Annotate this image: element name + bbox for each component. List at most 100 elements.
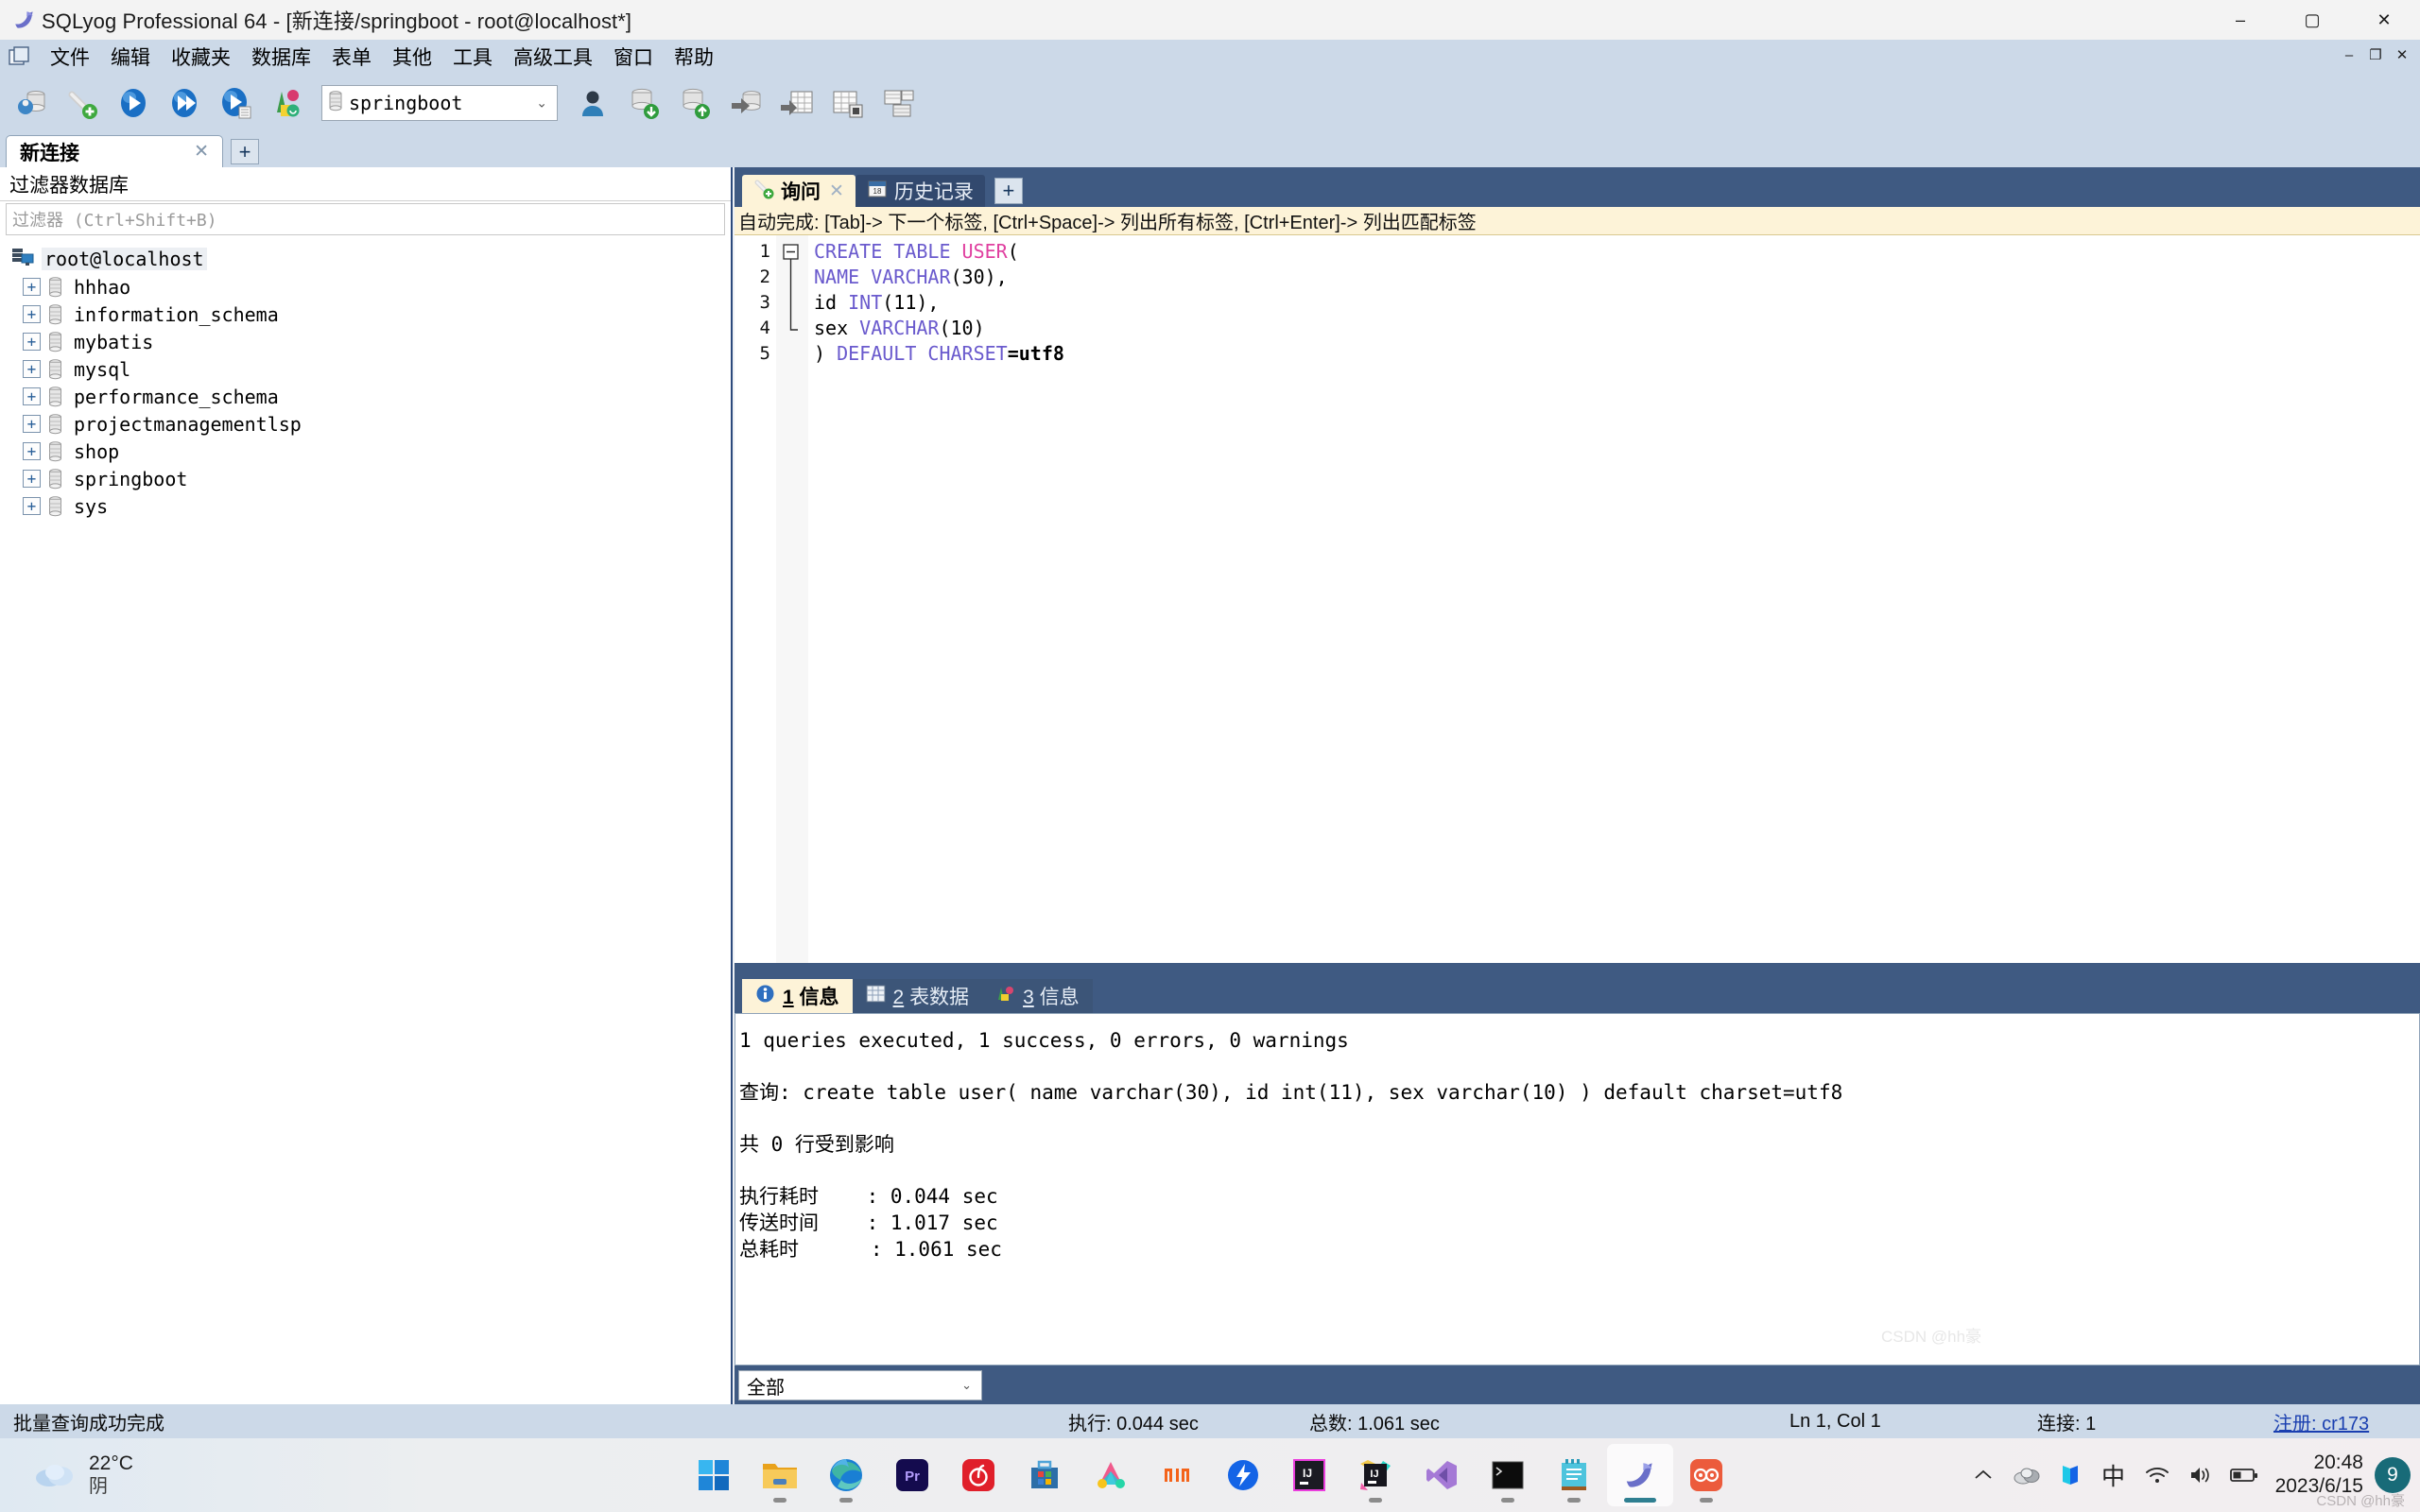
- app-tray-icon[interactable]: [2048, 1449, 2092, 1502]
- tree-item-mysql[interactable]: + mysql: [8, 355, 731, 383]
- tab-messages[interactable]: 1 信息: [742, 979, 853, 1013]
- tree-item-performance_schema[interactable]: + performance_schema: [8, 383, 731, 410]
- menu-tools[interactable]: 工具: [442, 40, 503, 74]
- import-table-icon[interactable]: [771, 77, 822, 129]
- main-toolbar: springboot ⌄: [0, 74, 2420, 132]
- menu-help[interactable]: 帮助: [664, 40, 724, 74]
- export-database-icon[interactable]: [669, 77, 720, 129]
- menu-edit[interactable]: 编辑: [100, 40, 161, 74]
- menu-window[interactable]: 窗口: [603, 40, 664, 74]
- weather-widget[interactable]: 22°C 阴: [32, 1452, 133, 1497]
- expand-icon[interactable]: +: [23, 415, 41, 433]
- database-selector-value: springboot: [349, 92, 463, 114]
- mdi-close-button[interactable]: ✕: [2390, 43, 2414, 66]
- connection-tab-new[interactable]: 新连接 ✕: [6, 135, 223, 167]
- tree-item-mybatis[interactable]: + mybatis: [8, 328, 731, 355]
- execute-to-file-icon[interactable]: [210, 77, 261, 129]
- windows-taskbar: 22°C 阴 Pr IJ IJ 中 20:48 2023/6/15 9 CSDN…: [0, 1438, 2420, 1512]
- tab-query[interactable]: 询问 ✕: [742, 175, 856, 207]
- tree-item-information_schema[interactable]: + information_schema: [8, 301, 731, 328]
- new-connection-icon[interactable]: [6, 77, 57, 129]
- file-explorer[interactable]: [747, 1444, 813, 1506]
- tab-table-data[interactable]: 2 表数据: [852, 979, 983, 1013]
- result-line: 总耗时 : 1.061 sec: [739, 1238, 1002, 1261]
- filter-input[interactable]: 过滤器 (Ctrl+Shift+B): [6, 203, 725, 235]
- tree-item-springboot[interactable]: + springboot: [8, 465, 731, 492]
- weather-temperature: 22°C: [89, 1452, 133, 1475]
- xiaomi[interactable]: [1144, 1444, 1210, 1506]
- expand-icon[interactable]: +: [23, 333, 41, 351]
- mdi-minimize-button[interactable]: –: [2337, 43, 2361, 66]
- intellij-idea[interactable]: IJ: [1276, 1444, 1342, 1506]
- expand-icon[interactable]: +: [23, 305, 41, 323]
- tree-item-shop[interactable]: + shop: [8, 438, 731, 465]
- menu-table[interactable]: 表单: [321, 40, 382, 74]
- expand-icon[interactable]: +: [23, 360, 41, 378]
- minimize-button[interactable]: –: [2204, 0, 2276, 40]
- battery-icon[interactable]: [2222, 1449, 2266, 1502]
- visual-studio[interactable]: [1409, 1444, 1475, 1506]
- close-button[interactable]: ✕: [2348, 0, 2420, 40]
- intellij-toolbox[interactable]: IJ: [1342, 1444, 1409, 1506]
- results-filter-select[interactable]: 全部 ⌄: [738, 1370, 982, 1400]
- database-selector[interactable]: springboot ⌄: [321, 85, 558, 121]
- close-icon[interactable]: ✕: [829, 180, 844, 202]
- sqlyog[interactable]: [1607, 1444, 1673, 1506]
- line-number: 1: [759, 241, 770, 262]
- wps-office[interactable]: [1078, 1444, 1144, 1506]
- onedrive-icon[interactable]: [2005, 1449, 2048, 1502]
- tab-info[interactable]: 3 信息: [982, 979, 1093, 1013]
- status-connections: 连接: 1: [2037, 1413, 2097, 1435]
- tree-root-node[interactable]: root@localhost: [8, 245, 731, 273]
- mdi-restore-button[interactable]: ❐: [2363, 43, 2388, 66]
- tree-item-projectmanagementlsp[interactable]: + projectmanagementlsp: [8, 410, 731, 438]
- menu-other[interactable]: 其他: [382, 40, 442, 74]
- results-message-area[interactable]: 1 queries executed, 1 success, 0 errors,…: [735, 1013, 2420, 1366]
- maximize-button[interactable]: ▢: [2276, 0, 2348, 40]
- code-line-2: NAME VARCHAR(30),: [814, 266, 1008, 288]
- thunder-download[interactable]: [1210, 1444, 1276, 1506]
- expand-icon[interactable]: +: [23, 278, 41, 296]
- tray-expand-icon[interactable]: [1962, 1449, 2005, 1502]
- terminal[interactable]: [1475, 1444, 1541, 1506]
- menu-favorites[interactable]: 收藏夹: [161, 40, 241, 74]
- netease-music[interactable]: [945, 1444, 1011, 1506]
- menu-file[interactable]: 文件: [40, 40, 100, 74]
- code-fold-column[interactable]: [776, 235, 808, 963]
- add-editor-tab-button[interactable]: +: [994, 178, 1023, 204]
- menu-bar: 文件 编辑 收藏夹 数据库 表单 其他 工具 高级工具 窗口 帮助 – ❐ ✕: [0, 40, 2420, 74]
- import-database-icon[interactable]: [618, 77, 669, 129]
- start-button[interactable]: [681, 1444, 747, 1506]
- code-area[interactable]: 1 2 3 4 5 CREATE TABLE USER( NAME VARCHA…: [735, 235, 2420, 963]
- tree-item-hhhao[interactable]: + hhhao: [8, 273, 731, 301]
- execute-all-icon[interactable]: [159, 77, 210, 129]
- backup-database-icon[interactable]: [720, 77, 771, 129]
- ime-icon[interactable]: 中: [2092, 1449, 2135, 1502]
- wifi-icon[interactable]: [2135, 1449, 2179, 1502]
- microsoft-edge[interactable]: [813, 1444, 879, 1506]
- database-tree: root@localhost + hhhao + information_sch…: [0, 245, 731, 520]
- browser-app[interactable]: [1673, 1444, 1739, 1506]
- premiere-pro[interactable]: Pr: [879, 1444, 945, 1506]
- expand-icon[interactable]: +: [23, 470, 41, 488]
- expand-icon[interactable]: +: [23, 387, 41, 405]
- export-table-icon[interactable]: [822, 77, 873, 129]
- sql-formatter-icon[interactable]: [261, 77, 312, 129]
- status-register-link[interactable]: 注册: cr173: [2273, 1408, 2369, 1435]
- tree-item-sys[interactable]: + sys: [8, 492, 731, 520]
- notepad[interactable]: [1541, 1444, 1607, 1506]
- microsoft-store[interactable]: [1011, 1444, 1078, 1506]
- schema-designer-icon[interactable]: [873, 77, 925, 129]
- close-icon[interactable]: ✕: [190, 141, 213, 163]
- add-connection-icon[interactable]: [57, 77, 108, 129]
- add-connection-tab-button[interactable]: +: [231, 139, 259, 164]
- notification-badge[interactable]: 9: [2375, 1457, 2411, 1493]
- volume-icon[interactable]: [2179, 1449, 2222, 1502]
- expand-icon[interactable]: +: [23, 497, 41, 515]
- user-manager-icon[interactable]: [567, 77, 618, 129]
- menu-powertools[interactable]: 高级工具: [503, 40, 603, 74]
- tab-history[interactable]: 18 历史记录: [855, 175, 985, 207]
- menu-database[interactable]: 数据库: [241, 40, 321, 74]
- expand-icon[interactable]: +: [23, 442, 41, 460]
- execute-query-icon[interactable]: [108, 77, 159, 129]
